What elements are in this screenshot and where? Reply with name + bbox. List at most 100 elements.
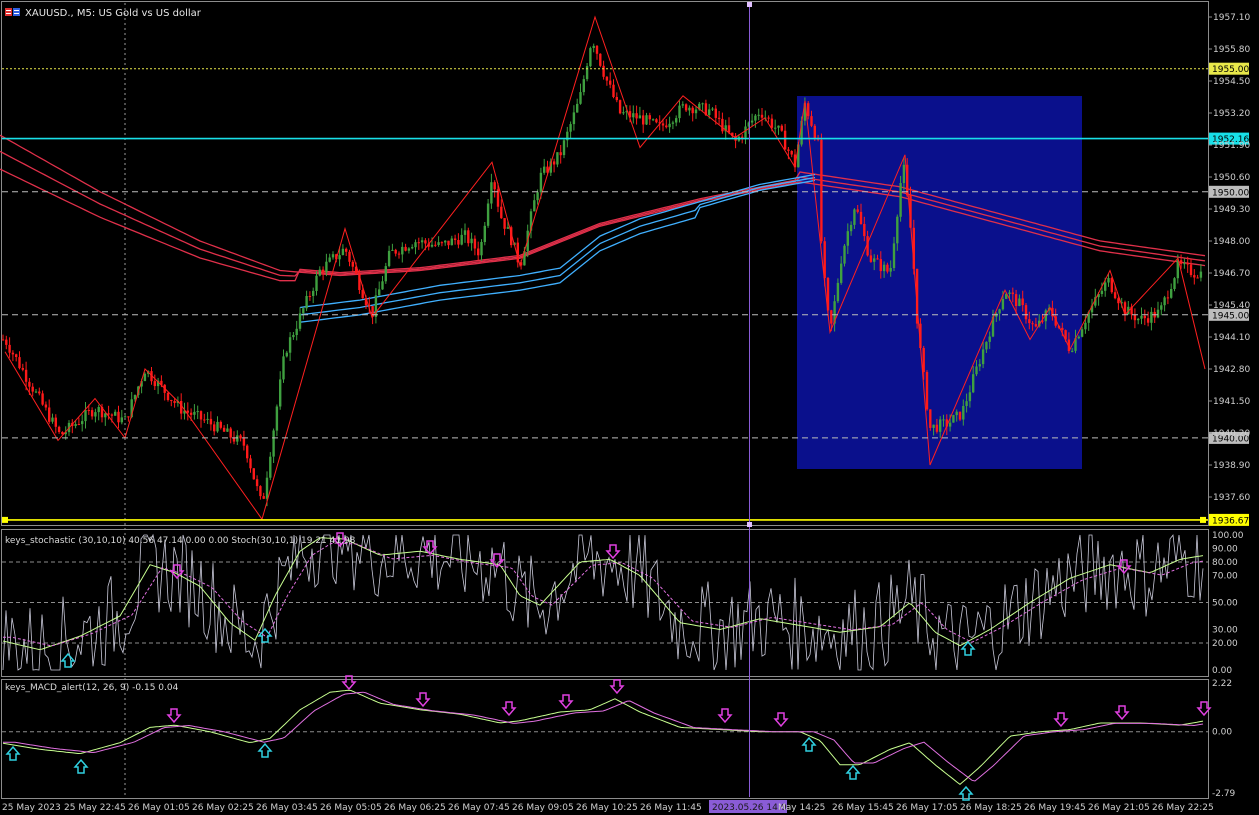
candle-body (972, 374, 975, 393)
candle-body (470, 238, 473, 244)
candle-body (595, 45, 599, 54)
candle-body (206, 418, 209, 420)
candle-body (242, 438, 246, 446)
candle-body (962, 406, 965, 420)
candle-body (572, 112, 576, 125)
candle-body (110, 414, 114, 416)
candle-body (397, 253, 401, 255)
candle-body (879, 259, 882, 272)
candle-body (1008, 292, 1011, 294)
candle-body (473, 238, 477, 249)
candle-body (896, 216, 899, 244)
selection-rectangle[interactable] (797, 96, 1082, 469)
candle-body (457, 240, 460, 245)
candle-body (615, 97, 618, 101)
macd-title: keys_MACD_alert(12, 26, 9) -0.15 0.04 (5, 683, 179, 693)
candle-body (1150, 311, 1153, 323)
candle-body (120, 417, 123, 423)
macd-tick: -2.79 (1212, 789, 1236, 799)
macd-tick: 0.00 (1212, 728, 1232, 738)
level-handle[interactable] (2, 516, 8, 523)
time-tick-label: 26 May 15:45 (832, 803, 894, 813)
candle-body (434, 244, 437, 246)
candle-body (939, 419, 942, 432)
candle-body (985, 341, 988, 350)
candle-body (500, 206, 503, 219)
candle-body (932, 424, 935, 428)
time-tick-label: 26 May 22:25 (1152, 803, 1214, 813)
candle-body (107, 413, 110, 415)
price-tick-label: 1957.10 (1213, 13, 1250, 23)
candle-body (645, 115, 648, 125)
level-handle[interactable] (1200, 516, 1206, 523)
candle-body (1143, 315, 1146, 319)
candle-body (873, 258, 876, 262)
candle-body (978, 364, 981, 367)
candle-body (391, 249, 394, 251)
candle-body (1133, 314, 1137, 321)
candle-body (447, 240, 450, 246)
candle-body (315, 275, 318, 291)
candle-body (760, 114, 764, 118)
candle-body (203, 419, 206, 421)
candle-body (114, 411, 117, 416)
candle-body (180, 401, 183, 414)
candle-body (998, 309, 1001, 314)
candle-body (272, 430, 275, 457)
candle-body (876, 258, 879, 260)
candle-body (935, 424, 939, 432)
candle-body (493, 182, 496, 190)
candle-body (948, 422, 952, 427)
trading-chart[interactable]: 1955.001952.161950.001945.001940.001936.… (0, 0, 1259, 815)
candle-body (892, 243, 896, 268)
time-tick-label: 26 May 17:05 (896, 803, 958, 813)
candle-body (1186, 263, 1189, 265)
time-tick-label: 26 May 03:45 (256, 803, 318, 813)
candle-body (1140, 315, 1143, 319)
candle-body (173, 401, 176, 403)
candle-body (787, 149, 790, 151)
candle-body (298, 313, 302, 329)
candle-body (859, 211, 863, 224)
stochastic-tick: 80.00 (1212, 558, 1238, 568)
candle-body (757, 114, 760, 116)
candle-body (117, 411, 120, 423)
time-tick-label: 25 May 22:45 (64, 803, 126, 813)
candle-body (840, 263, 843, 283)
candle-body (899, 183, 902, 217)
price-tick-label: 1954.50 (1213, 77, 1250, 87)
candle-body (348, 251, 351, 262)
stochastic-tick: 0.00 (1212, 666, 1232, 676)
stochastic-tick: 50.00 (1212, 599, 1238, 609)
candle-body (328, 257, 331, 262)
candle-body (490, 182, 493, 204)
candle-body (246, 445, 249, 459)
candle-body (24, 369, 28, 382)
price-tick-label: 1949.30 (1213, 205, 1250, 215)
price-level-label: 1936.67 (1212, 516, 1249, 526)
candle-body (863, 224, 866, 237)
candle-body (417, 242, 420, 244)
candle-body (655, 119, 658, 123)
candle-body (1011, 292, 1014, 295)
candle-body (1170, 289, 1173, 298)
time-tick-label: 26 May 01:05 (128, 803, 190, 813)
candle-body (1199, 271, 1203, 278)
candle-body (229, 428, 232, 438)
candle-body (968, 392, 972, 402)
candle-body (81, 421, 84, 425)
candle-body (582, 79, 585, 93)
candle-body (87, 410, 90, 411)
highlight-box[interactable] (797, 96, 1082, 469)
time-tick-label: 26 May 10:25 (576, 803, 638, 813)
candle-body (219, 421, 222, 428)
candle-body (744, 126, 747, 138)
candle-body (74, 424, 77, 426)
candle-body (196, 411, 199, 413)
candle-body (869, 255, 873, 262)
candle-body (249, 458, 252, 469)
time-tick-label: 25 May 2023 (2, 803, 61, 813)
price-tick-label: 1955.80 (1213, 45, 1250, 55)
candle-body (450, 238, 453, 246)
candle-body (5, 339, 8, 345)
